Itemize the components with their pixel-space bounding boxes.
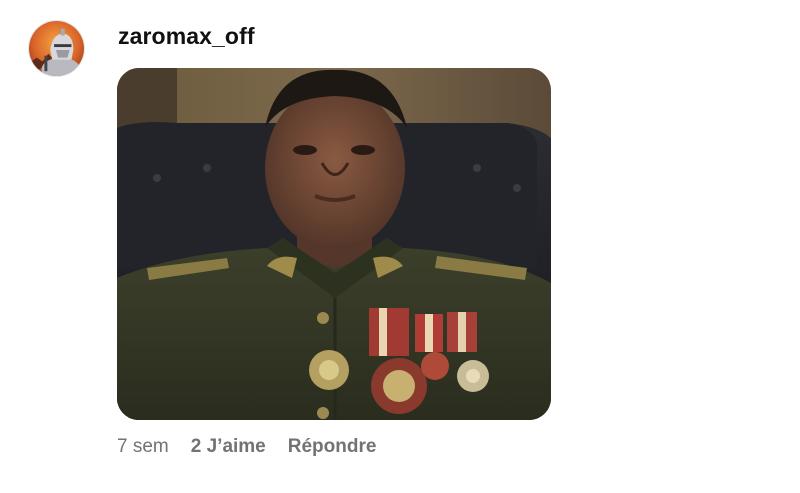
comment-meta: 7 sem 2 J’aime Répondre xyxy=(117,436,376,458)
comment-media-image[interactable] xyxy=(117,68,551,420)
comment-timestamp[interactable]: 7 sem xyxy=(117,436,169,458)
knight-avatar-icon xyxy=(29,21,84,76)
comment: zaromax_off 7 sem 2 J’aime Répondre xyxy=(0,0,800,493)
portrait-image xyxy=(117,68,551,420)
username[interactable]: zaromax_off xyxy=(118,23,255,50)
likes-count-button[interactable]: 2 J’aime xyxy=(191,436,266,458)
reply-button[interactable]: Répondre xyxy=(288,436,377,458)
user-avatar[interactable] xyxy=(28,20,85,77)
